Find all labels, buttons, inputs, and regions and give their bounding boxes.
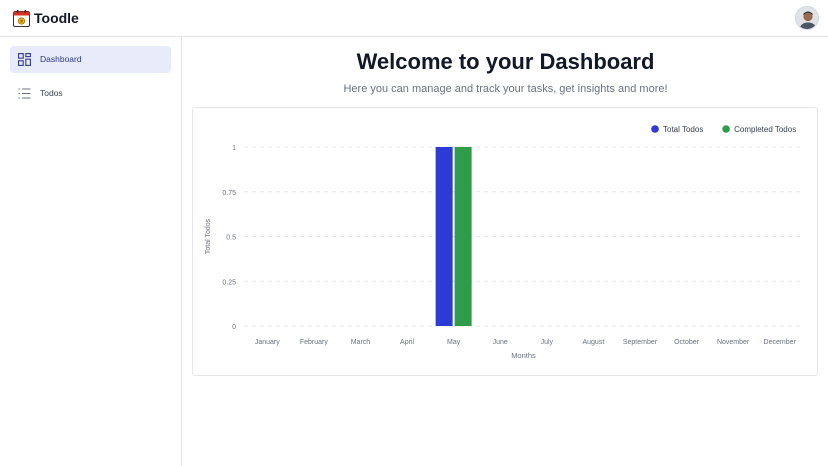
y-axis-title: Total Todos [205, 218, 212, 254]
sidebar: Dashboard Todos [0, 37, 182, 466]
legend-label: Completed Todos [734, 125, 796, 134]
x-tick-label: October [674, 339, 700, 346]
page-subtitle: Here you can manage and track your tasks… [343, 83, 668, 95]
y-tick-label: 0 [232, 324, 236, 331]
bar-completed-todos [454, 147, 472, 326]
x-tick-label: December [764, 339, 797, 346]
sidebar-item-label: Dashboard [40, 54, 82, 64]
dashboard-icon [18, 53, 31, 66]
todos-chart-card: 0 0.25 0.5 0.75 1 Total Todos Months January Feb… [192, 107, 818, 376]
x-tick-label: June [493, 339, 508, 346]
app-header: Toodle [0, 0, 828, 37]
y-tick-label: 0.25 [222, 279, 236, 286]
y-tick-label: 0.5 [226, 235, 236, 242]
y-tick-label: 1 [232, 145, 236, 152]
legend-marker [722, 125, 730, 133]
x-tick-label: September [623, 339, 658, 346]
legend-marker [651, 125, 659, 133]
x-tick-label: November [717, 339, 750, 346]
x-tick-label: May [447, 339, 461, 346]
sidebar-item-dashboard[interactable]: Dashboard [10, 46, 171, 73]
x-tick-label: August [582, 339, 604, 346]
x-tick-label: July [541, 339, 554, 346]
sidebar-item-todos[interactable]: Todos [10, 80, 171, 107]
bar-total-todos [435, 147, 453, 326]
x-tick-label: March [351, 339, 371, 346]
x-tick-label: January [255, 339, 280, 346]
app-title: Toodle [34, 10, 79, 26]
legend-label: Total Todos [663, 125, 703, 134]
todos-bar-chart: 0 0.25 0.5 0.75 1 Total Todos Months January Feb… [205, 125, 803, 360]
user-avatar[interactable] [795, 6, 819, 30]
calendar-logo-icon [13, 10, 30, 27]
x-axis-title: Months [511, 351, 536, 360]
page-title: Welcome to your Dashboard [356, 49, 655, 74]
sidebar-item-label: Todos [40, 88, 63, 98]
list-icon [18, 87, 31, 100]
x-tick-label: April [400, 339, 414, 346]
y-tick-label: 0.75 [222, 190, 236, 197]
x-tick-label: February [300, 339, 329, 346]
main-content: Welcome to your Dashboard Here you can m… [183, 37, 828, 466]
